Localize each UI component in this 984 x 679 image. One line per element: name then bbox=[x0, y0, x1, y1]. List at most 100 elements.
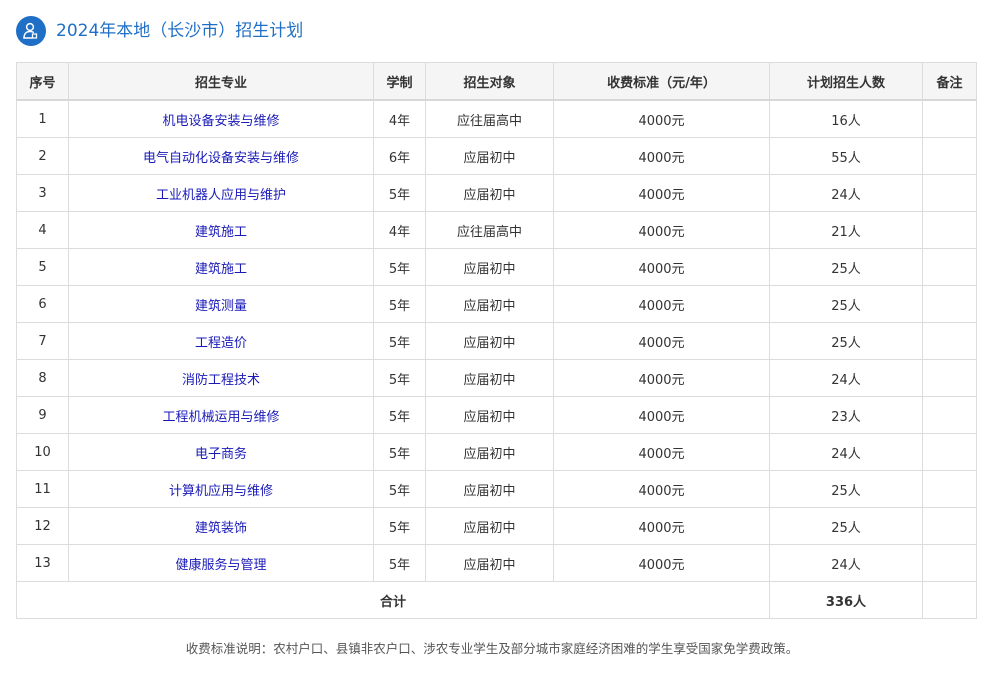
cell-fee: 4000元 bbox=[553, 470, 770, 508]
cell-remark bbox=[922, 137, 977, 175]
cell-major[interactable]: 建筑测量 bbox=[68, 285, 374, 323]
col-header-fee: 收费标准（元/年） bbox=[553, 62, 770, 101]
total-remark bbox=[922, 581, 977, 619]
enrollment-plan-table: 序号 招生专业 学制 招生对象 收费标准（元/年） 计划招生人数 备注 1 机电设… bbox=[16, 62, 977, 619]
cell-major[interactable]: 建筑施工 bbox=[68, 248, 374, 286]
cell-remark bbox=[922, 248, 977, 286]
table-row: 6 建筑测量 5年 应届初中 4000元 25人 bbox=[16, 285, 977, 323]
fee-note: 收费标准说明：农村户口、县镇非农户口、涉农专业学生及部分城市家庭经济困难的学生享… bbox=[185, 641, 799, 656]
col-header-major: 招生专业 bbox=[68, 62, 374, 101]
cell-major[interactable]: 计算机应用与维修 bbox=[68, 470, 374, 508]
cell-fee: 4000元 bbox=[553, 137, 770, 175]
cell-major[interactable]: 健康服务与管理 bbox=[68, 544, 374, 582]
cell-plan: 25人 bbox=[769, 507, 923, 545]
cell-fee: 4000元 bbox=[553, 544, 770, 582]
total-label: 合计 bbox=[16, 581, 770, 619]
col-header-remark: 备注 bbox=[922, 62, 977, 101]
table-row: 2 电气自动化设备安装与维修 6年 应届初中 4000元 55人 bbox=[16, 137, 977, 175]
cell-plan: 21人 bbox=[769, 211, 923, 249]
cell-years: 5年 bbox=[373, 507, 426, 545]
cell-years: 4年 bbox=[373, 211, 426, 249]
cell-target: 应届初中 bbox=[425, 396, 554, 434]
cell-major[interactable]: 消防工程技术 bbox=[68, 359, 374, 397]
cell-no: 2 bbox=[16, 137, 69, 175]
cell-fee: 4000元 bbox=[553, 174, 770, 212]
table-row: 4 建筑施工 4年 应往届高中 4000元 21人 bbox=[16, 211, 977, 249]
table-row: 7 工程造价 5年 应届初中 4000元 25人 bbox=[16, 322, 977, 360]
cell-no: 12 bbox=[16, 507, 69, 545]
cell-no: 9 bbox=[16, 396, 69, 434]
cell-years: 5年 bbox=[373, 544, 426, 582]
cell-fee: 4000元 bbox=[553, 396, 770, 434]
cell-remark bbox=[922, 99, 977, 138]
cell-target: 应届初中 bbox=[425, 507, 554, 545]
cell-major[interactable]: 工程机械运用与维修 bbox=[68, 396, 374, 434]
cell-target: 应届初中 bbox=[425, 322, 554, 360]
cell-years: 5年 bbox=[373, 322, 426, 360]
cell-remark bbox=[922, 359, 977, 397]
cell-no: 6 bbox=[16, 285, 69, 323]
cell-fee: 4000元 bbox=[553, 211, 770, 249]
cell-plan: 25人 bbox=[769, 248, 923, 286]
table-row: 13 健康服务与管理 5年 应届初中 4000元 24人 bbox=[16, 544, 977, 582]
col-header-plan: 计划招生人数 bbox=[769, 62, 923, 101]
cell-plan: 16人 bbox=[769, 99, 923, 138]
cell-target: 应届初中 bbox=[425, 544, 554, 582]
cell-fee: 4000元 bbox=[553, 322, 770, 360]
cell-remark bbox=[922, 285, 977, 323]
cell-fee: 4000元 bbox=[553, 433, 770, 471]
page-title: 2024年本地（长沙市）招生计划 bbox=[56, 21, 304, 41]
cell-no: 5 bbox=[16, 248, 69, 286]
cell-no: 8 bbox=[16, 359, 69, 397]
col-header-years: 学制 bbox=[373, 62, 426, 101]
cell-no: 10 bbox=[16, 433, 69, 471]
table-row: 1 机电设备安装与维修 4年 应往届高中 4000元 16人 bbox=[16, 99, 977, 138]
cell-remark bbox=[922, 174, 977, 212]
table-row: 3 工业机器人应用与维护 5年 应届初中 4000元 24人 bbox=[16, 174, 977, 212]
total-row: 合计 336人 bbox=[16, 581, 977, 619]
cell-remark bbox=[922, 396, 977, 434]
cell-plan: 55人 bbox=[769, 137, 923, 175]
cell-fee: 4000元 bbox=[553, 248, 770, 286]
cell-target: 应届初中 bbox=[425, 248, 554, 286]
table-row: 9 工程机械运用与维修 5年 应届初中 4000元 23人 bbox=[16, 396, 977, 434]
cell-major[interactable]: 电子商务 bbox=[68, 433, 374, 471]
cell-years: 5年 bbox=[373, 359, 426, 397]
cell-plan: 24人 bbox=[769, 359, 923, 397]
cell-remark bbox=[922, 544, 977, 582]
cell-major[interactable]: 建筑装饰 bbox=[68, 507, 374, 545]
cell-target: 应届初中 bbox=[425, 174, 554, 212]
cell-years: 5年 bbox=[373, 285, 426, 323]
table-header-row: 序号 招生专业 学制 招生对象 收费标准（元/年） 计划招生人数 备注 bbox=[16, 62, 977, 101]
cell-plan: 25人 bbox=[769, 322, 923, 360]
cell-remark bbox=[922, 433, 977, 471]
cell-plan: 23人 bbox=[769, 396, 923, 434]
cell-no: 1 bbox=[16, 99, 69, 138]
cell-major[interactable]: 工业机器人应用与维护 bbox=[68, 174, 374, 212]
cell-target: 应届初中 bbox=[425, 137, 554, 175]
cell-years: 5年 bbox=[373, 248, 426, 286]
col-header-target: 招生对象 bbox=[425, 62, 554, 101]
cell-major[interactable]: 机电设备安装与维修 bbox=[68, 99, 374, 138]
cell-years: 4年 bbox=[373, 99, 426, 138]
cell-plan: 24人 bbox=[769, 174, 923, 212]
cell-fee: 4000元 bbox=[553, 359, 770, 397]
cell-plan: 25人 bbox=[769, 470, 923, 508]
cell-remark bbox=[922, 470, 977, 508]
cell-major[interactable]: 电气自动化设备安装与维修 bbox=[68, 137, 374, 175]
cell-remark bbox=[922, 507, 977, 545]
cell-years: 5年 bbox=[373, 174, 426, 212]
cell-years: 5年 bbox=[373, 433, 426, 471]
table-row: 12 建筑装饰 5年 应届初中 4000元 25人 bbox=[16, 507, 977, 545]
cell-major[interactable]: 建筑施工 bbox=[68, 211, 374, 249]
cell-no: 11 bbox=[16, 470, 69, 508]
student-icon bbox=[16, 16, 46, 46]
table-row: 10 电子商务 5年 应届初中 4000元 24人 bbox=[16, 433, 977, 471]
cell-target: 应届初中 bbox=[425, 285, 554, 323]
cell-no: 13 bbox=[16, 544, 69, 582]
total-value: 336人 bbox=[769, 581, 923, 619]
cell-years: 5年 bbox=[373, 470, 426, 508]
cell-major[interactable]: 工程造价 bbox=[68, 322, 374, 360]
table-row: 11 计算机应用与维修 5年 应届初中 4000元 25人 bbox=[16, 470, 977, 508]
cell-years: 5年 bbox=[373, 396, 426, 434]
